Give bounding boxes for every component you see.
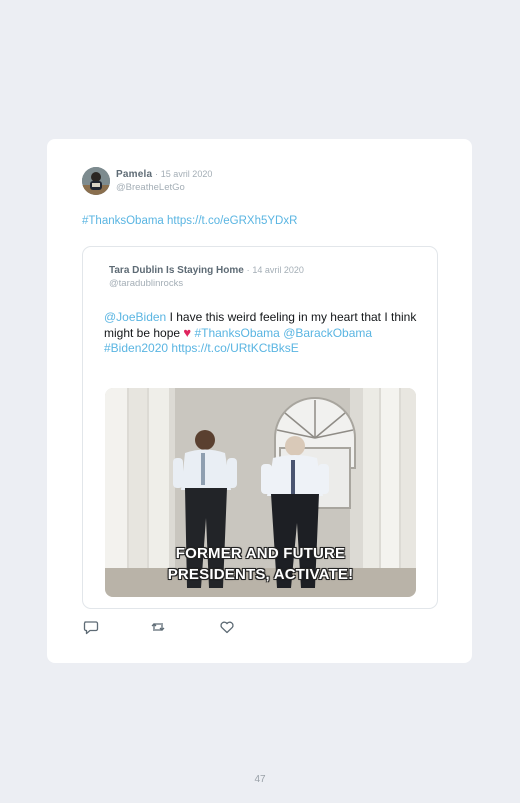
- retweet-icon: [151, 623, 165, 631]
- quoted-tweet-date[interactable]: 14 avril 2020: [252, 265, 304, 275]
- hashtag-link[interactable]: #Biden2020: [104, 341, 168, 355]
- quoted-author-name[interactable]: Tara Dublin Is Staying Home: [109, 265, 244, 276]
- gif-media[interactable]: FORMER AND FUTURE PRESIDENTS, ACTIVATE!: [105, 388, 416, 597]
- url-link[interactable]: https://t.co/URtKCtBksE: [171, 341, 298, 355]
- tweet-text: #ThanksObama https://t.co/eGRXh5YDxR: [82, 215, 297, 227]
- quoted-tweet[interactable]: Tara Dublin Is Staying Home · 14 avril 2…: [82, 246, 438, 609]
- quoted-author-handle[interactable]: @taradublinrocks: [109, 278, 183, 289]
- mention-link[interactable]: @JoeBiden: [104, 310, 166, 324]
- like-icon: [220, 621, 234, 634]
- page-number: 47: [254, 774, 266, 785]
- hashtag-link[interactable]: #ThanksObama: [82, 215, 164, 227]
- retweet-button[interactable]: [150, 619, 166, 635]
- separator-dot: ·: [155, 169, 159, 179]
- quoted-tweet-text: @JoeBiden I have this weird feeling in m…: [104, 310, 422, 356]
- author-name[interactable]: Pamela: [116, 169, 152, 180]
- tweet-card: Pamela · 15 avril 2020 @BreatheLetGo #Th…: [47, 139, 472, 663]
- avatar[interactable]: [82, 167, 110, 195]
- reply-icon: [83, 621, 99, 635]
- like-button[interactable]: [219, 619, 235, 635]
- heart-emoji-icon: ♥: [183, 325, 192, 340]
- reply-button[interactable]: [83, 619, 99, 635]
- gif-caption-line1: FORMER AND FUTURE: [175, 545, 346, 562]
- separator-dot: ·: [246, 265, 250, 275]
- author-name-line: Pamela · 15 avril 2020: [116, 169, 212, 180]
- gif-caption-line2: PRESIDENTS, ACTIVATE!: [167, 566, 354, 583]
- author-handle[interactable]: @BreatheLetGo: [116, 182, 185, 193]
- quoted-author-line: Tara Dublin Is Staying Home · 14 avril 2…: [109, 265, 304, 276]
- mention-link[interactable]: @BarackObama: [283, 326, 372, 340]
- tweet-date[interactable]: 15 avril 2020: [161, 169, 213, 179]
- url-link[interactable]: https://t.co/eGRXh5YDxR: [167, 215, 297, 227]
- hashtag-link[interactable]: #ThanksObama: [194, 326, 279, 340]
